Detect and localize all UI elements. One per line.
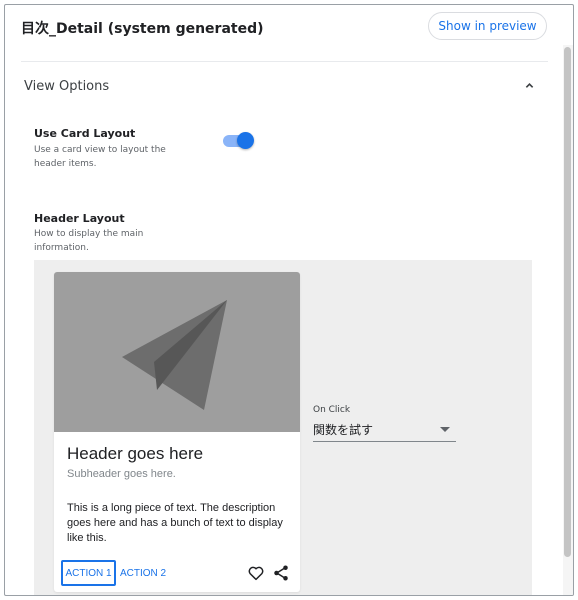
dropdown-caret-icon: [440, 427, 450, 432]
card-actions: ACTION 1 ACTION 2: [54, 560, 300, 588]
view-options-header[interactable]: View Options: [21, 62, 548, 108]
scrollbar-thumb[interactable]: [564, 47, 571, 557]
header-layout-preview: Header goes here Subheader goes here. Th…: [34, 260, 532, 595]
action-1-button[interactable]: ACTION 1: [61, 560, 116, 586]
toggle-knob: [237, 132, 254, 149]
card-media: [54, 272, 300, 432]
use-card-layout-description: Use a card view to layout the header ite…: [34, 145, 166, 169]
view-options-section: View Options Use Card Layout Use a card …: [21, 61, 548, 595]
on-click-label: On Click: [313, 405, 351, 415]
show-in-preview-button[interactable]: Show in preview: [428, 12, 547, 40]
chevron-up-icon[interactable]: [525, 81, 534, 90]
action-2-button[interactable]: ACTION 2: [118, 560, 168, 586]
card-title: Header goes here: [67, 444, 204, 463]
section-title: View Options: [24, 79, 110, 94]
on-click-dropdown[interactable]: 関数を試す: [313, 418, 456, 442]
heart-icon[interactable]: [247, 564, 265, 582]
card-description: This is a long piece of text. The descri…: [67, 502, 283, 544]
send-paper-plane-icon: [122, 300, 227, 410]
header-layout-label: Header Layout: [34, 212, 125, 225]
use-card-layout-label: Use Card Layout: [34, 127, 136, 140]
use-card-layout-toggle[interactable]: [223, 132, 255, 149]
on-click-value: 関数を試す: [313, 423, 374, 437]
share-icon[interactable]: [272, 564, 290, 582]
panel-header: 目次_Detail (system generated) Show in pre…: [5, 5, 573, 49]
header-layout-description: How to display the main information.: [34, 229, 144, 253]
card-preview[interactable]: Header goes here Subheader goes here. Th…: [54, 272, 300, 592]
page-title: 目次_Detail (system generated): [21, 21, 264, 37]
card-subheader: Subheader goes here.: [67, 468, 176, 480]
detail-panel: 目次_Detail (system generated) Show in pre…: [4, 4, 574, 596]
